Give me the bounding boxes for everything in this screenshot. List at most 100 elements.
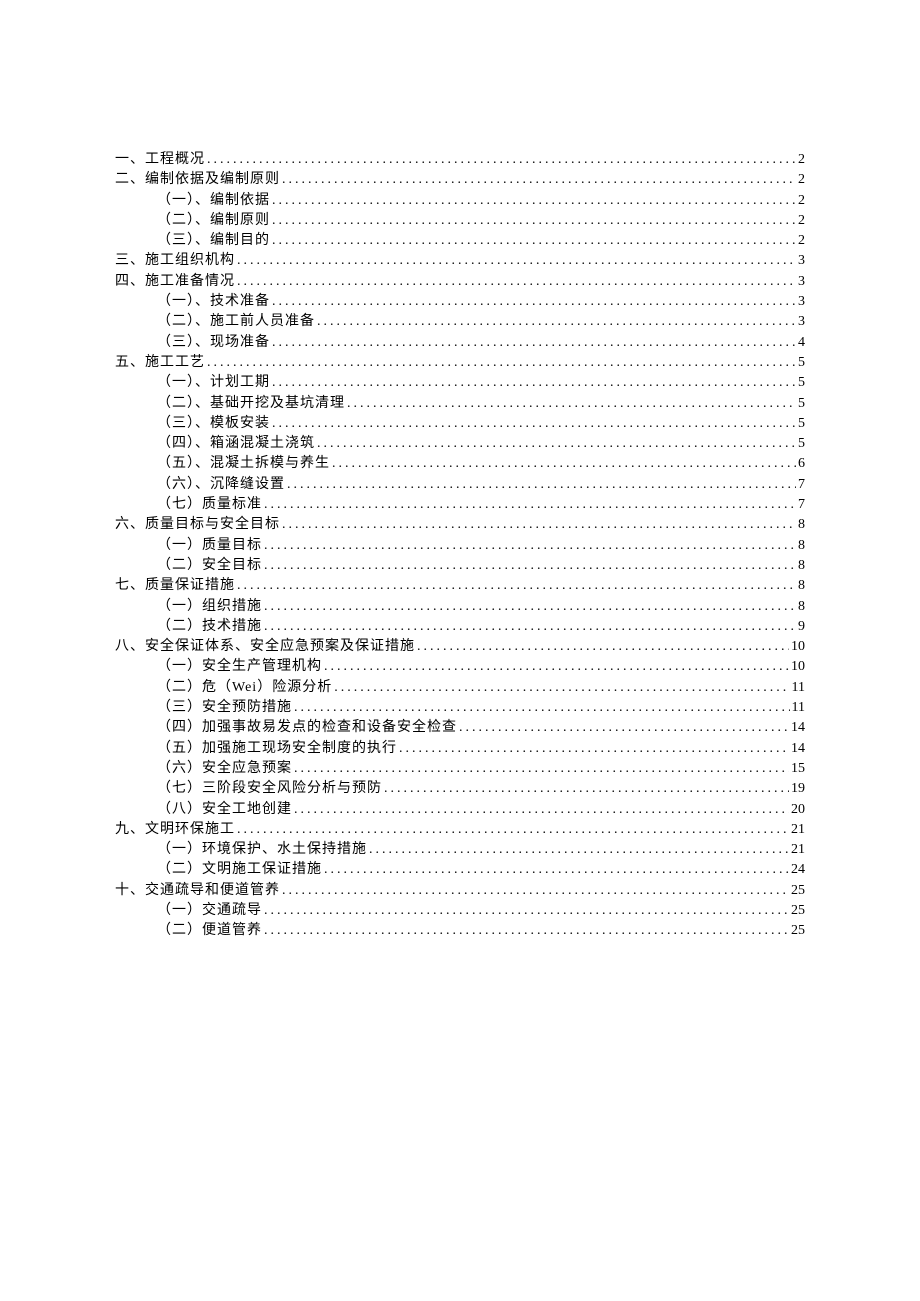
toc-leader-dots — [324, 657, 789, 677]
toc-entry-title: （二）技术措施 — [157, 617, 262, 637]
toc-entry-page: 8 — [798, 576, 805, 596]
toc-leader-dots — [282, 881, 789, 901]
toc-entry-title: （八）安全工地创建 — [157, 800, 292, 820]
toc-entry-page: 5 — [798, 434, 805, 454]
toc-entry: （六）、沉降缝设置 7 — [115, 475, 805, 495]
toc-entry-title: （二）文明施工保证措施 — [157, 860, 322, 880]
toc-entry-page: 6 — [798, 454, 805, 474]
toc-leader-dots — [384, 779, 789, 799]
toc-entry-page: 8 — [798, 556, 805, 576]
toc-entry-page: 2 — [798, 191, 805, 211]
toc-entry-title: 二、编制依据及编制原则 — [115, 170, 280, 190]
toc-entry: （三）、现场准备4 — [115, 333, 805, 353]
toc-entry-page: 9 — [798, 617, 805, 637]
toc-entry: 四、施工准备情况3 — [115, 272, 805, 292]
toc-leader-dots — [272, 211, 796, 231]
toc-entry-title: （五）加强施工现场安全制度的执行 — [157, 739, 397, 759]
toc-leader-dots — [264, 617, 796, 637]
toc-entry: （五）加强施工现场安全制度的执行14 — [115, 739, 805, 759]
toc-entry-title: （二）、基础开挖及基坑清理 — [157, 394, 345, 414]
toc-leader-dots — [324, 860, 789, 880]
toc-leader-dots — [272, 333, 796, 353]
toc-entry: （一）、计划工期 5 — [115, 373, 805, 393]
toc-leader-dots — [272, 414, 796, 434]
toc-entry-title: 七、质量保证措施 — [115, 576, 235, 596]
toc-entry-title: （一）交通疏导 — [157, 901, 262, 921]
toc-entry-title: （一）组织措施 — [157, 597, 262, 617]
toc-entry-title: （二）安全目标 — [157, 556, 262, 576]
toc-entry: （一）质量目标8 — [115, 536, 805, 556]
toc-entry-page: 25 — [791, 881, 805, 901]
toc-entry: 十、交通疏导和便道管养25 — [115, 881, 805, 901]
toc-entry: 七、质量保证措施 8 — [115, 576, 805, 596]
toc-leader-dots — [317, 312, 796, 332]
toc-entry-title: （一）、技术准备 — [157, 292, 270, 312]
toc-entry: 九、文明环保施工21 — [115, 820, 805, 840]
toc-entry-page: 20 — [791, 800, 805, 820]
toc-leader-dots — [399, 739, 789, 759]
toc-entry-page: 8 — [798, 597, 805, 617]
toc-entry: （二）、编制原则 2 — [115, 211, 805, 231]
toc-entry-title: 一、工程概况 — [115, 150, 205, 170]
toc-entry: （七）质量标准7 — [115, 495, 805, 515]
toc-entry-page: 24 — [791, 860, 805, 880]
toc-entry: （四）加强事故易发点的检查和设备安全检查14 — [115, 718, 805, 738]
toc-entry-title: （六）、沉降缝设置 — [157, 475, 285, 495]
toc-entry-page: 2 — [798, 170, 805, 190]
toc-leader-dots — [237, 820, 789, 840]
toc-leader-dots — [264, 921, 789, 941]
toc-entry-page: 7 — [798, 475, 805, 495]
toc-entry: （二）、施工前人员准备 3 — [115, 312, 805, 332]
toc-entry: （二）技术措施 9 — [115, 617, 805, 637]
toc-leader-dots — [417, 637, 789, 657]
toc-entry-page: 2 — [798, 211, 805, 231]
toc-entry-page: 3 — [798, 251, 805, 271]
toc-leader-dots — [264, 495, 796, 515]
toc-entry-page: 25 — [791, 901, 805, 921]
toc-leader-dots — [272, 292, 796, 312]
toc-entry-title: （一）质量目标 — [157, 536, 262, 556]
toc-entry-page: 19 — [791, 779, 805, 799]
toc-entry-title: 五、施工工艺 — [115, 353, 205, 373]
toc-leader-dots — [264, 901, 789, 921]
toc-leader-dots — [334, 678, 789, 698]
toc-entry-title: （四）加强事故易发点的检查和设备安全检查 — [157, 718, 457, 738]
toc-entry-page: 3 — [798, 312, 805, 332]
toc-leader-dots — [207, 150, 796, 170]
toc-leader-dots — [282, 515, 796, 535]
toc-entry: （二）便道管养25 — [115, 921, 805, 941]
toc-entry-title: 六、质量目标与安全目标 — [115, 515, 280, 535]
toc-entry-title: （一）安全生产管理机构 — [157, 657, 322, 677]
toc-entry: （三）安全预防措施11 — [115, 698, 805, 718]
toc-entry: （七）三阶段安全风险分析与预防19 — [115, 779, 805, 799]
toc-entry-page: 3 — [798, 292, 805, 312]
toc-leader-dots — [317, 434, 796, 454]
toc-entry-page: 11 — [792, 678, 805, 698]
toc-entry: （六）安全应急预案15 — [115, 759, 805, 779]
toc-leader-dots — [272, 191, 796, 211]
toc-entry: （一）、技术准备 3 — [115, 292, 805, 312]
toc-entry-title: （二）、编制原则 — [157, 211, 270, 231]
toc-entry-title: （四）、箱涵混凝土浇筑 — [157, 434, 315, 454]
toc-leader-dots — [237, 251, 796, 271]
toc-entry-title: （六）安全应急预案 — [157, 759, 292, 779]
toc-entry: （三）、模板安装5 — [115, 414, 805, 434]
toc-entry-title: （二）、施工前人员准备 — [157, 312, 315, 332]
toc-entry: （一）安全生产管理机构 10 — [115, 657, 805, 677]
toc-leader-dots — [237, 576, 796, 596]
toc-entry-title: （一）、计划工期 — [157, 373, 270, 393]
toc-entry: （二）危（Wei）险源分析11 — [115, 678, 805, 698]
toc-entry-page: 5 — [798, 373, 805, 393]
toc-entry-title: （三）、模板安装 — [157, 414, 270, 434]
toc-leader-dots — [347, 394, 796, 414]
toc-entry-page: 21 — [791, 840, 805, 860]
toc-leader-dots — [294, 759, 789, 779]
toc-entry-page: 10 — [791, 657, 805, 677]
toc-entry-title: （三）、编制目的 — [157, 231, 270, 251]
toc-entry: （八）安全工地创建 20 — [115, 800, 805, 820]
toc-entry-title: （三）安全预防措施 — [157, 698, 292, 718]
toc-entry-title: （一）环境保护、水土保持措施 — [157, 840, 367, 860]
toc-entry-page: 10 — [791, 637, 805, 657]
toc-leader-dots — [332, 454, 796, 474]
toc-entry: 八、安全保证体系、安全应急预案及保证措施10 — [115, 637, 805, 657]
